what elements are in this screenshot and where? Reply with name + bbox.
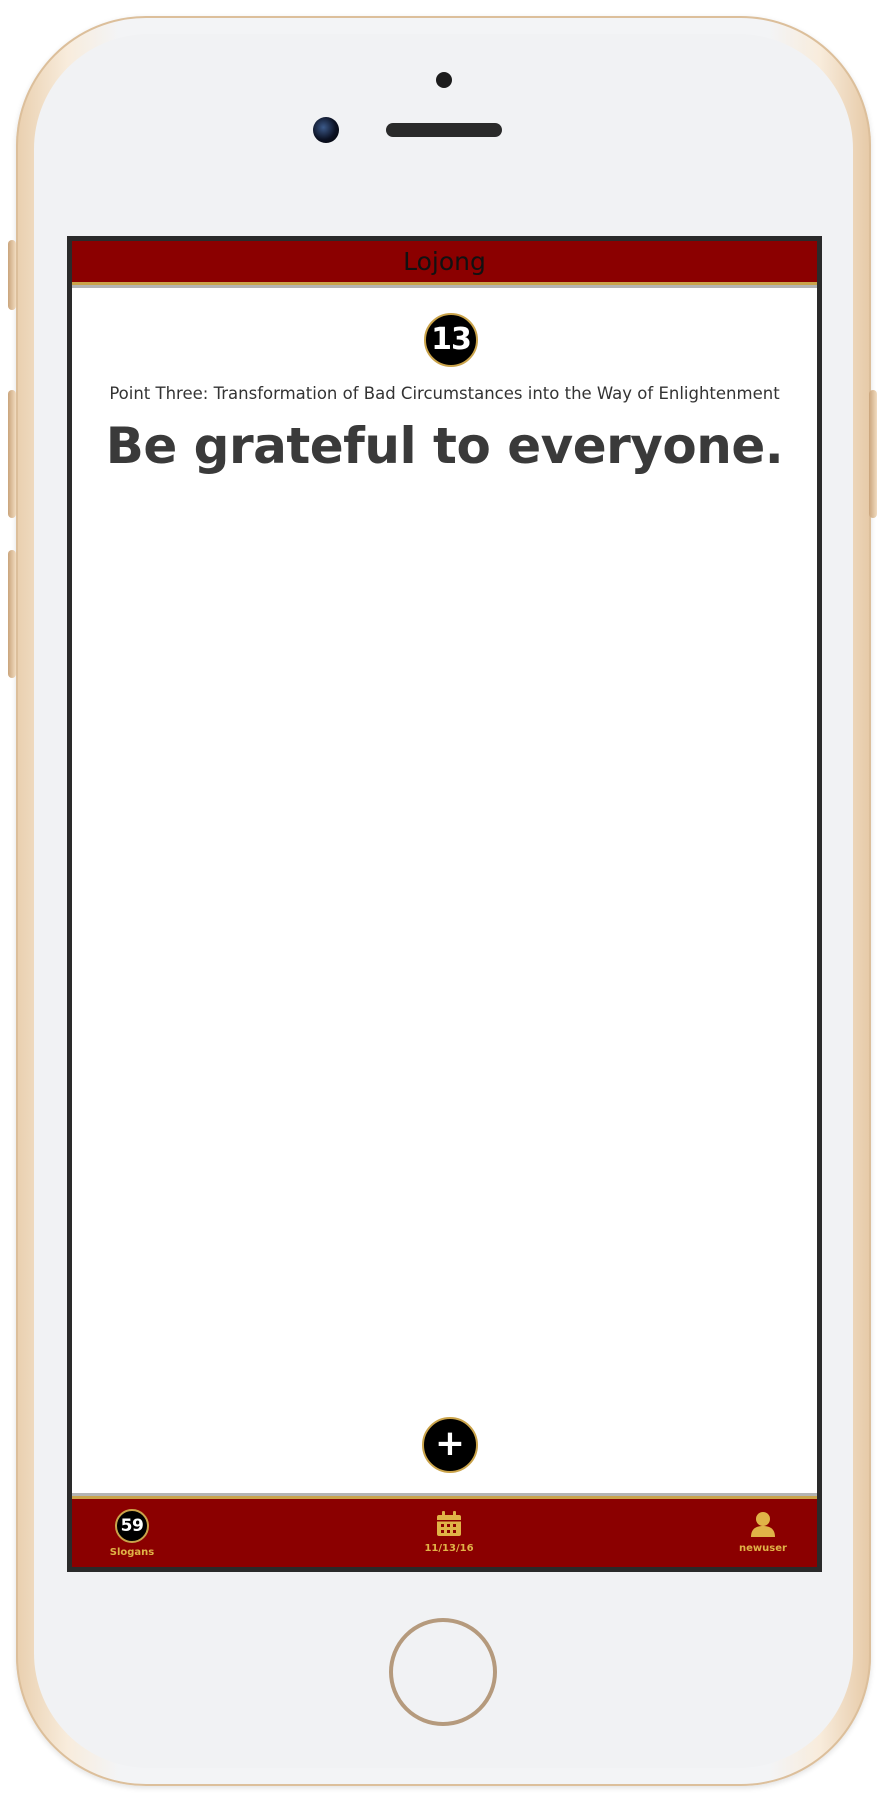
slogan-text: Be grateful to everyone. xyxy=(105,417,784,475)
calendar-icon xyxy=(389,1509,509,1539)
slogan-count-badge: 59 xyxy=(115,1509,149,1543)
front-camera-icon xyxy=(436,72,452,88)
tab-date-label: 11/13/16 xyxy=(424,1543,474,1554)
earpiece-speaker xyxy=(386,123,502,137)
tab-slogans[interactable]: 59 Slogans xyxy=(72,1509,192,1558)
camera-lens-icon xyxy=(313,117,339,143)
power-button xyxy=(869,390,877,518)
slogan-number-badge: 13 xyxy=(424,313,478,367)
tab-date[interactable]: 11/13/16 xyxy=(389,1509,509,1554)
slogan-point-heading: Point Three: Transformation of Bad Circu… xyxy=(109,384,780,403)
tab-bar: 59 Slogans 11/13/16 newuser xyxy=(72,1496,817,1567)
header-divider xyxy=(72,285,817,288)
app-title: Lojong xyxy=(403,247,486,276)
tab-user-label: newuser xyxy=(739,1543,787,1554)
tab-user[interactable]: newuser xyxy=(703,1509,817,1554)
add-button[interactable]: + xyxy=(422,1417,478,1473)
app-screen: Lojong 13 Point Three: Transformation of… xyxy=(67,236,822,1572)
volume-up-button xyxy=(8,390,16,518)
volume-down-button xyxy=(8,550,16,678)
user-icon xyxy=(703,1509,817,1539)
home-button[interactable] xyxy=(389,1618,497,1726)
silent-switch xyxy=(8,240,16,310)
tab-slogans-label: Slogans xyxy=(109,1547,155,1558)
app-header: Lojong xyxy=(72,241,817,285)
